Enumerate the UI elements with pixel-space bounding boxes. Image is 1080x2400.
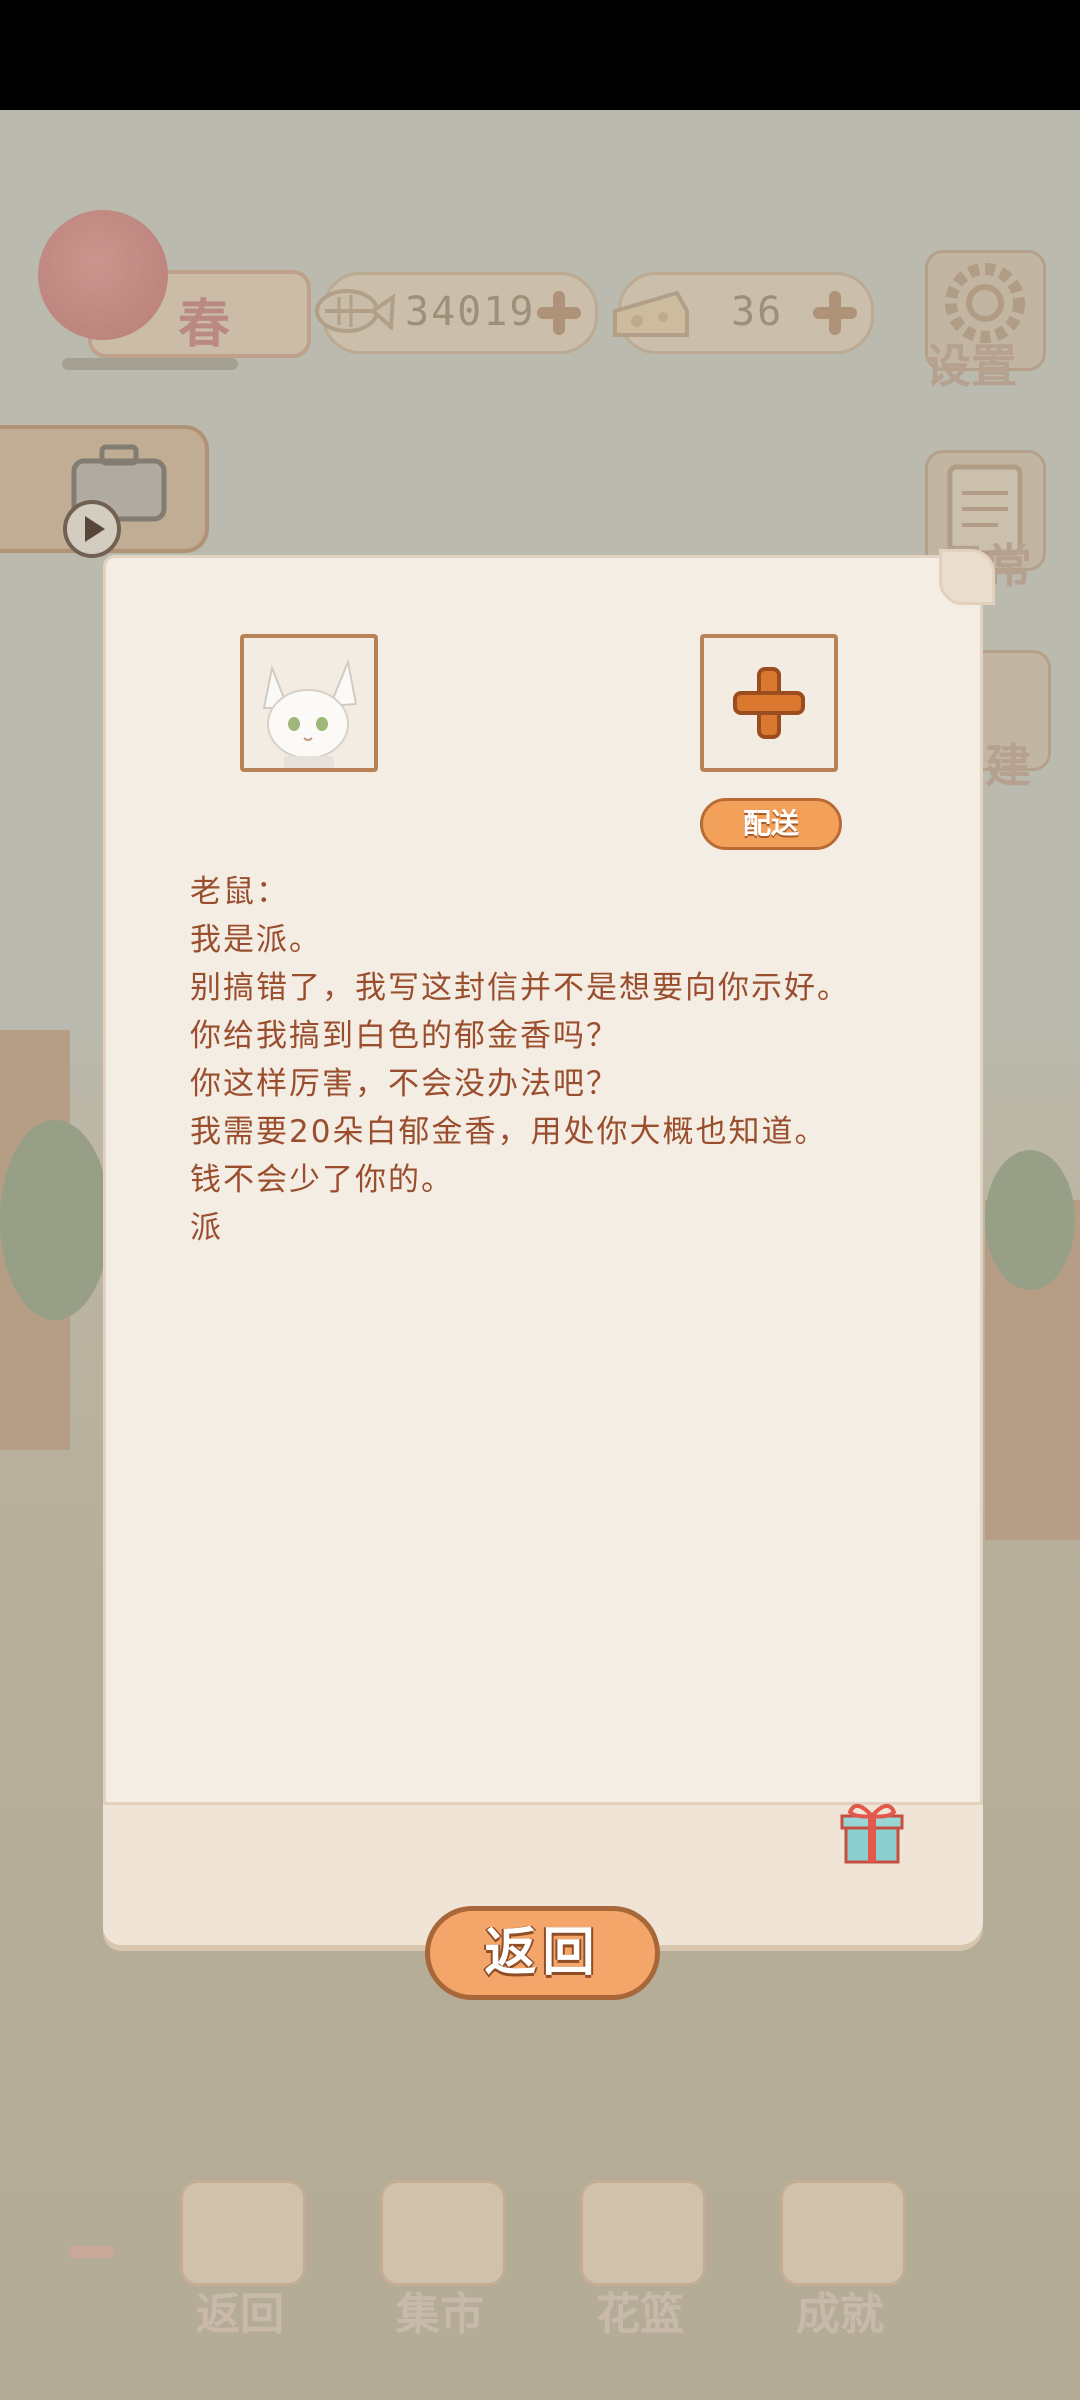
paper-curl: [939, 549, 995, 605]
letter-line: 老鼠：: [190, 874, 289, 910]
basket-icon: [580, 2180, 706, 2286]
nav-label: 花篮: [596, 2289, 684, 2340]
nav-return[interactable]: 返回: [175, 2180, 306, 2340]
add-item-slot[interactable]: [700, 634, 838, 772]
status-bar: [0, 0, 1080, 110]
window-icon: [180, 2180, 306, 2286]
letter-line: 我需要20朵白郁金香，用处你大概也知道。: [190, 1114, 828, 1150]
letter-line: 我是派。: [190, 922, 322, 958]
letter-line: 钱不会少了你的。: [190, 1162, 454, 1198]
deliver-button[interactable]: 配送: [700, 798, 842, 850]
nav-collapse-handle[interactable]: [68, 2246, 114, 2258]
nav-label: 成就: [796, 2289, 884, 2340]
add-plus-icon: [733, 667, 805, 739]
nav-label: 返回: [196, 2289, 284, 2340]
market-stall-icon: [380, 2180, 506, 2286]
letter-body: 老鼠： 我是派。 别搞错了，我写这封信并不是想要向你示好。 你给我搞到白色的郁金…: [190, 868, 910, 1252]
nav-market[interactable]: 集市: [375, 2180, 506, 2340]
sender-portrait: [240, 634, 378, 772]
gift-icon[interactable]: [836, 1796, 906, 1866]
nav-flower-basket[interactable]: 花篮: [575, 2180, 706, 2340]
letter-line: 别搞错了，我写这封信并不是想要向你示好。: [190, 970, 850, 1006]
nav-label: 集市: [396, 2289, 484, 2340]
letter-line: 你给我搞到白色的郁金香吗？: [190, 1018, 619, 1054]
cat-avatar-icon: [262, 658, 358, 768]
trophy-icon: [780, 2180, 906, 2286]
return-button[interactable]: 返回: [425, 1906, 660, 2000]
nav-achievements[interactable]: 成就: [775, 2180, 906, 2340]
letter-line: 你这样厉害，不会没办法吧？: [190, 1066, 619, 1102]
letter-signature: 派: [190, 1210, 223, 1246]
